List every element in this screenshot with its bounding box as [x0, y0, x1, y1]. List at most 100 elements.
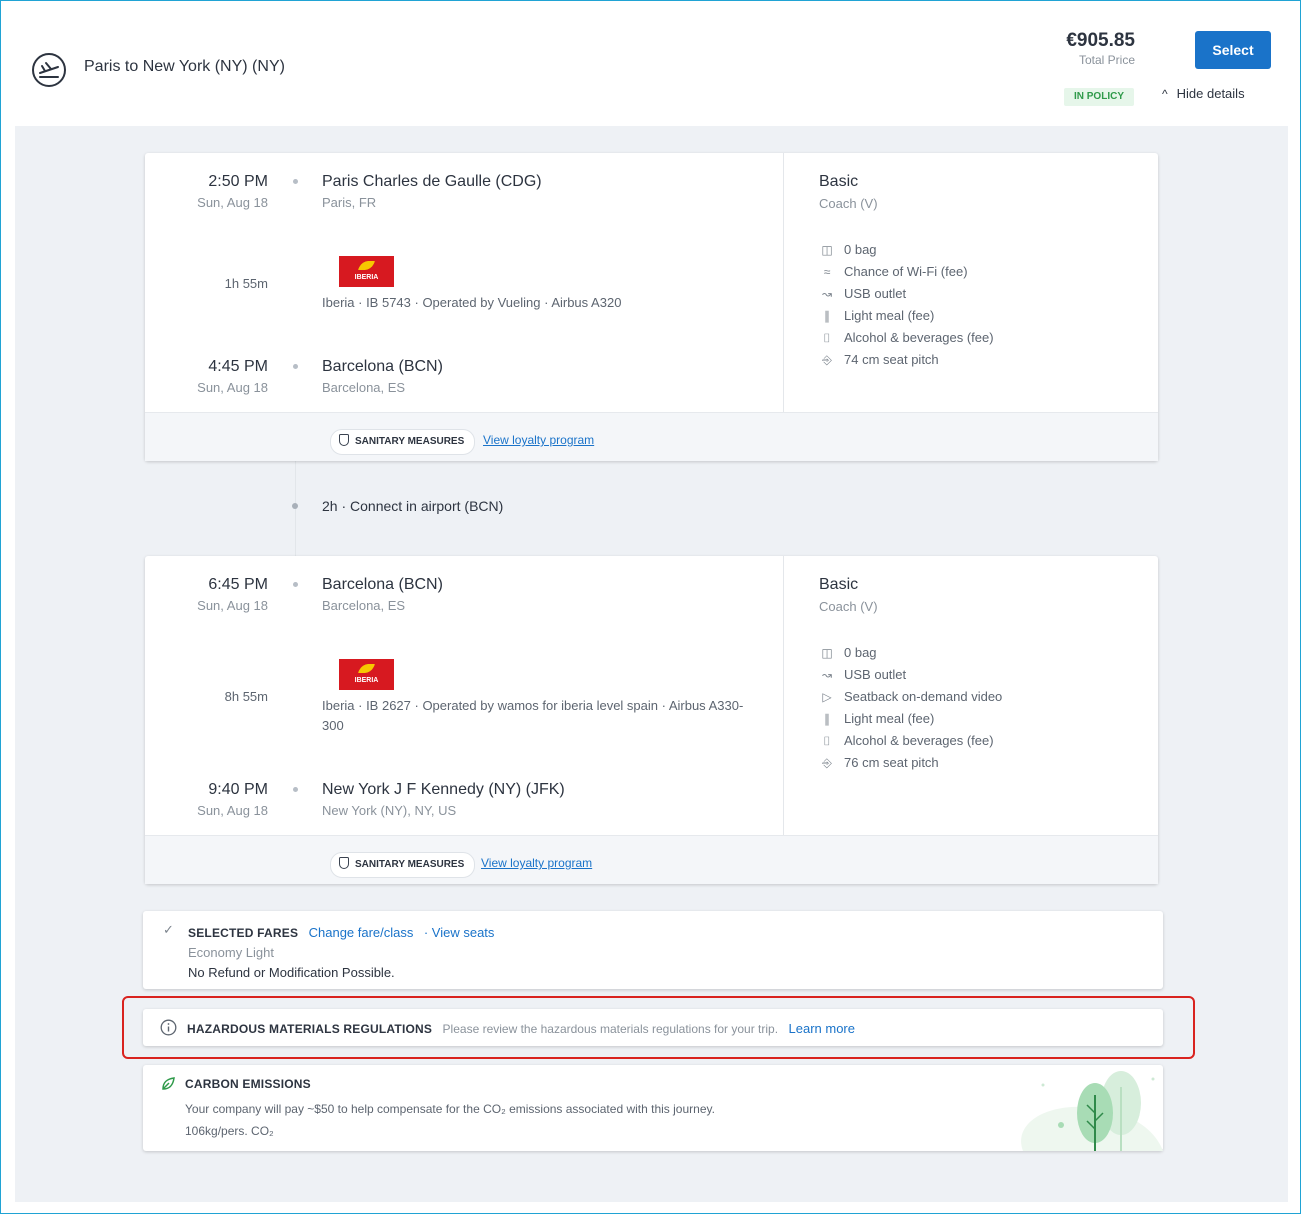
departure-airport: Barcelona (BCN) [322, 576, 443, 593]
flight-duration: 1h 55m [224, 276, 268, 291]
fare-class: Coach (V) [819, 599, 878, 614]
iberia-logo: IBERIA [339, 659, 394, 690]
amenity-label: Alcohol & beverages (fee) [844, 330, 994, 345]
flight-segment-card: 6:45 PM Sun, Aug 18 Barcelona (BCN) Barc… [145, 556, 1158, 884]
amenity-item: ⌷ Alcohol & beverages (fee) [819, 330, 994, 346]
drinks-icon: ⌷ [823, 331, 831, 345]
chevron-up-icon: ^ [1162, 87, 1168, 101]
timeline-dot [293, 582, 298, 587]
departure-airport: Paris Charles de Gaulle (CDG) [322, 173, 542, 190]
change-fare-class-link[interactable]: Change fare/class [309, 925, 414, 940]
arrival-date: Sun, Aug 18 [197, 380, 268, 395]
amenity-label: Alcohol & beverages (fee) [844, 733, 994, 748]
amenity-item: ↝ USB outlet [819, 286, 906, 301]
fork-knife-icon: ∥ [824, 309, 830, 323]
amenity-item: ⎆ 76 cm seat pitch [819, 755, 939, 771]
airline-logo-text: IBERIA [354, 274, 379, 281]
fare-class: Coach (V) [819, 196, 878, 211]
timeline-dot [293, 787, 298, 792]
arrival-city: New York (NY), NY, US [322, 803, 457, 818]
amenity-label: Seatback on-demand video [844, 689, 1003, 704]
amenity-item: ∥ Light meal (fee) [819, 711, 934, 726]
timeline-dot [293, 179, 298, 184]
departure-time: 6:45 PM [208, 576, 268, 593]
fare-title: Basic [819, 576, 859, 593]
airline-logo-text: IBERIA [354, 677, 379, 684]
iberia-mark-icon [357, 664, 376, 673]
segment-footer: SANITARY MEASURES View loyalty program [145, 835, 1158, 884]
sanitary-label: SANITARY MEASURES [355, 859, 465, 870]
shield-icon [339, 434, 349, 446]
amenity-item: ◫ 0 bag [819, 242, 877, 257]
amenity-label: USB outlet [844, 667, 907, 682]
usb-plug-icon: ↝ [821, 287, 833, 301]
sanitary-measures-button[interactable]: SANITARY MEASURES [330, 852, 476, 878]
departure-city: Barcelona, ES [322, 598, 406, 613]
flight-info: Iberia · IB 2627 · Operated by wamos for… [322, 698, 744, 733]
flight-segment-card: 2:50 PM Sun, Aug 18 Paris Charles de Gau… [145, 153, 1158, 461]
selected-fares-title: SELECTED FARES [188, 926, 299, 940]
bag-icon: ◫ [821, 646, 833, 660]
fare-details: Basic Coach (V) ◫ 0 bag ≈ Chance of Wi-Fi … [783, 153, 1158, 412]
sanitary-measures-button[interactable]: SANITARY MEASURES [330, 429, 476, 455]
view-seats-link[interactable]: · View seats [424, 925, 495, 940]
amenity-item: ⌷ Alcohol & beverages (fee) [819, 733, 994, 749]
wifi-icon: ≈ [823, 265, 831, 279]
segment-footer: SANITARY MEASURES View loyalty program [145, 412, 1158, 461]
selected-fares-header: SELECTED FARES Change fare/class · View … [188, 924, 494, 942]
video-icon: ▷ [822, 690, 832, 704]
trees-illustration [1021, 1071, 1163, 1151]
amenity-item: ◫ 0 bag [819, 645, 877, 660]
route-title: Paris to New York (NY) (NY) [84, 58, 285, 75]
timeline-dot [293, 364, 298, 369]
arrival-time: 9:40 PM [208, 781, 268, 798]
iberia-logo: IBERIA [339, 256, 394, 287]
select-button[interactable]: Select [1195, 31, 1271, 69]
amenity-label: USB outlet [844, 286, 907, 301]
plane-takeoff-icon [32, 53, 66, 87]
flight-duration: 8h 55m [224, 689, 268, 704]
carbon-text: Your company will pay ~$50 to help compe… [185, 1102, 715, 1116]
highlight-box [122, 996, 1195, 1059]
fare-conditions: No Refund or Modification Possible. [188, 965, 395, 980]
amenity-label: 0 bag [844, 645, 877, 660]
seat-icon: ⎆ [822, 353, 832, 367]
shield-icon [339, 857, 349, 869]
fare-name: Economy Light [188, 945, 274, 960]
leaf-icon [162, 1077, 175, 1090]
hide-details-label: Hide details [1176, 86, 1245, 101]
amenity-item: ∥ Light meal (fee) [819, 308, 934, 323]
amenity-item: ≈ Chance of Wi-Fi (fee) [819, 264, 968, 279]
arrival-time: 4:45 PM [208, 358, 268, 375]
arrival-airport: Barcelona (BCN) [322, 358, 443, 375]
arrival-city: Barcelona, ES [322, 380, 406, 395]
fare-details: Basic Coach (V) ◫ 0 bag ↝ USB outlet ▷ Seat… [783, 556, 1158, 835]
arrival-date: Sun, Aug 18 [197, 803, 268, 818]
amenity-label: Light meal (fee) [844, 711, 935, 726]
amenity-item: ▷ Seatback on-demand video [819, 689, 1002, 704]
departure-date: Sun, Aug 18 [197, 195, 268, 210]
bag-icon: ◫ [821, 243, 833, 257]
amenity-label: Chance of Wi-Fi (fee) [844, 264, 968, 279]
flight-info: Iberia · IB 5743 · Operated by Vueling ·… [322, 295, 622, 310]
iberia-mark-icon [357, 261, 376, 270]
selected-fares-panel: ✓ SELECTED FARES Change fare/class · Vie… [143, 911, 1163, 989]
carbon-emissions-panel: CARBON EMISSIONS Your company will pay ~… [143, 1065, 1163, 1151]
usb-plug-icon: ↝ [821, 668, 833, 682]
departure-city: Paris, FR [322, 195, 377, 210]
connection-dot [292, 503, 298, 509]
hide-details-toggle[interactable]: ^ Hide details [1162, 86, 1245, 101]
amenity-label: 0 bag [844, 242, 877, 257]
amenity-label: 76 cm seat pitch [844, 755, 939, 770]
in-policy-badge: IN POLICY [1064, 88, 1134, 106]
segment-itinerary: 2:50 PM Sun, Aug 18 Paris Charles de Gau… [145, 153, 783, 413]
seat-icon: ⎆ [822, 756, 832, 770]
view-loyalty-program-link[interactable]: View loyalty program [481, 856, 592, 870]
view-loyalty-program-link[interactable]: View loyalty program [483, 433, 594, 447]
connection-info: 2h · Connect in airport (BCN) [322, 498, 504, 514]
amenity-label: Light meal (fee) [844, 308, 935, 323]
departure-date: Sun, Aug 18 [197, 598, 268, 613]
fork-knife-icon: ∥ [824, 712, 830, 726]
amenity-label: 74 cm seat pitch [844, 352, 939, 367]
segment-itinerary: 6:45 PM Sun, Aug 18 Barcelona (BCN) Barc… [145, 556, 783, 836]
